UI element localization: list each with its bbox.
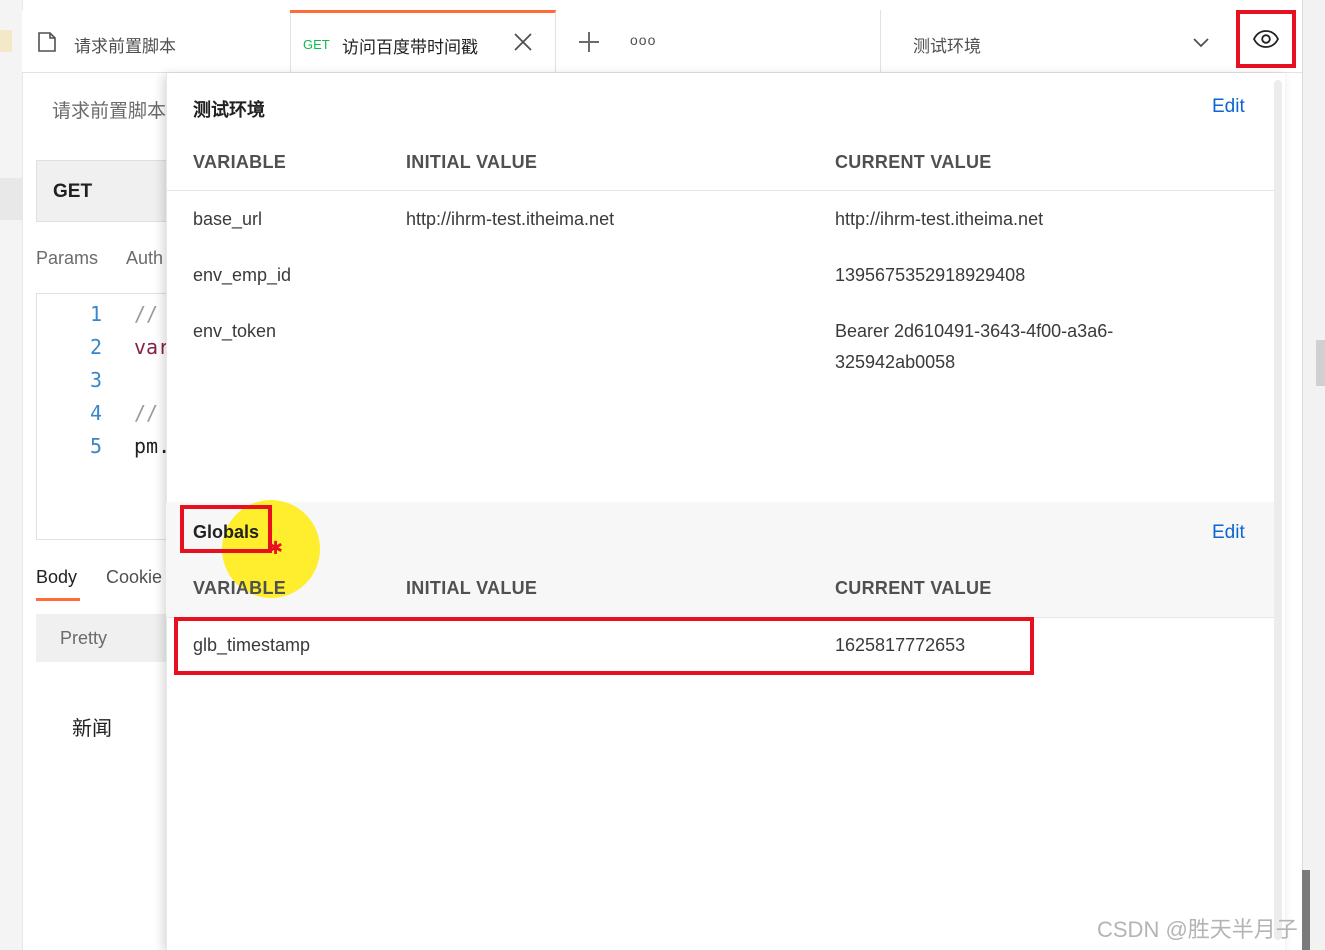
tab-label: 访问百度带时间戳 bbox=[342, 38, 478, 57]
tab-label: 请求前置脚本 bbox=[74, 37, 176, 56]
tab-active-request[interactable]: GET 访问百度带时间戳 bbox=[290, 10, 556, 72]
response-text: 新闻 bbox=[72, 718, 112, 740]
column-header-current-value: CURRENT VALUE bbox=[835, 152, 992, 172]
tab-method-badge: GET bbox=[303, 37, 330, 52]
env-variable-name: base_url bbox=[193, 209, 263, 229]
environment-quick-look-button[interactable] bbox=[1236, 10, 1296, 68]
plus-icon[interactable] bbox=[575, 28, 603, 56]
chevron-down-icon bbox=[1191, 34, 1211, 50]
left-sidebar-strip bbox=[0, 0, 23, 950]
code-line: pm. bbox=[134, 434, 171, 458]
tab-cookies[interactable]: Cookie bbox=[106, 567, 162, 588]
line-number: 1 bbox=[89, 302, 102, 326]
tab-body[interactable]: Body bbox=[36, 567, 77, 588]
code-line: // bbox=[134, 401, 159, 425]
environment-section-title: 测试环境 bbox=[193, 100, 265, 120]
sidebar-selected-item[interactable] bbox=[0, 178, 22, 220]
line-number: 3 bbox=[89, 368, 102, 392]
env-current-value: http://ihrm-test.itheima.net bbox=[835, 209, 1044, 229]
column-header-variable: VARIABLE bbox=[193, 578, 287, 598]
column-header-initial-value: INITIAL VALUE bbox=[406, 152, 538, 172]
code-line: var bbox=[134, 335, 171, 359]
line-number: 5 bbox=[89, 434, 102, 458]
line-number: 4 bbox=[89, 401, 102, 425]
eye-icon bbox=[1253, 30, 1279, 48]
pretty-label: Pretty bbox=[60, 628, 108, 648]
global-row-highlight bbox=[174, 617, 1034, 675]
format-pretty-button[interactable]: Pretty bbox=[36, 614, 186, 662]
more-options-icon[interactable]: ooo bbox=[630, 32, 656, 48]
window-scroll-thumb[interactable] bbox=[1302, 870, 1310, 950]
sidebar-marker bbox=[0, 30, 12, 52]
environment-edit-link[interactable]: Edit bbox=[1212, 96, 1245, 118]
tab-params[interactable]: Params bbox=[36, 248, 98, 269]
globals-header-area bbox=[166, 502, 1274, 618]
line-number: 2 bbox=[89, 335, 102, 359]
globals-edit-link[interactable]: Edit bbox=[1212, 522, 1245, 544]
env-variable-name: env_token bbox=[193, 321, 277, 341]
window-right-edge bbox=[1302, 0, 1325, 950]
active-tab-indicator bbox=[36, 598, 80, 601]
cursor-mark: ✱ bbox=[268, 538, 284, 558]
tab-request-script[interactable]: 请求前置脚本 bbox=[22, 10, 291, 72]
window-scrollbar[interactable] bbox=[1316, 340, 1325, 386]
environment-selector[interactable]: 测试环境 bbox=[880, 10, 1233, 72]
column-header-current-value: CURRENT VALUE bbox=[835, 578, 992, 598]
env-initial-value: http://ihrm-test.itheima.net bbox=[406, 209, 615, 229]
env-variable-name: env_emp_id bbox=[193, 265, 292, 285]
column-header-variable: VARIABLE bbox=[193, 152, 287, 172]
close-icon[interactable] bbox=[512, 31, 534, 53]
request-title: 请求前置脚本 bbox=[52, 101, 167, 122]
document-icon bbox=[38, 32, 56, 52]
environment-selected-label: 测试环境 bbox=[913, 37, 981, 56]
env-current-value: Bearer 2d610491-3643-4f00-a3a6-325942ab0… bbox=[835, 321, 1114, 372]
method-label: GET bbox=[53, 181, 93, 202]
env-current-value: 1395675352918929408 bbox=[835, 265, 1026, 285]
tab-auth[interactable]: Auth bbox=[126, 248, 163, 269]
globals-title-highlight bbox=[180, 505, 272, 553]
code-line: // bbox=[134, 302, 159, 326]
column-header-initial-value: INITIAL VALUE bbox=[406, 578, 538, 598]
header-divider bbox=[166, 190, 1274, 191]
watermark: CSDN @胜天半月子 bbox=[1097, 917, 1298, 942]
panel-scrollbar[interactable] bbox=[1274, 80, 1282, 940]
